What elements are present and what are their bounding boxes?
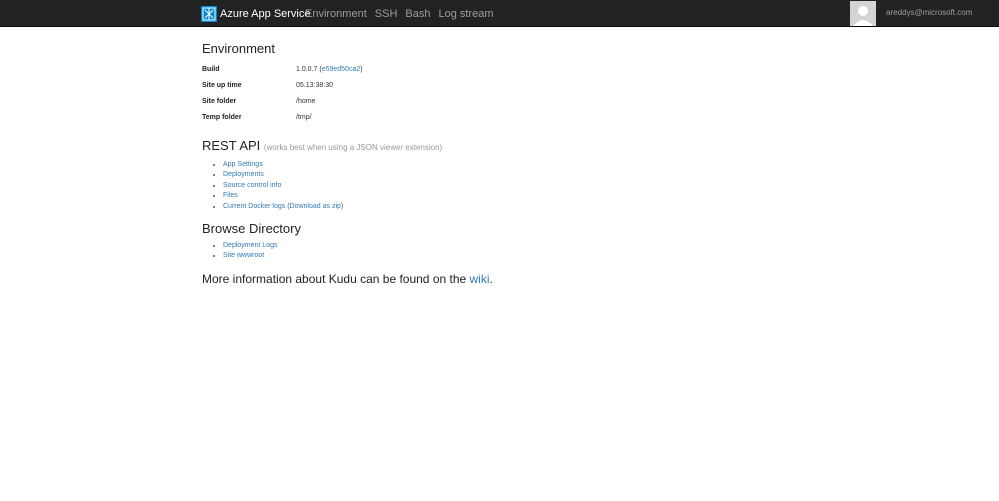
deployment-logs-link[interactable]: Deployment Logs <box>223 242 277 249</box>
list-item: Current Docker logs (Download as zip) <box>223 202 842 212</box>
user-email: areddys@microsoft.com <box>886 8 973 17</box>
azure-app-service-icon <box>201 5 217 22</box>
more-info-suffix: . <box>489 271 493 286</box>
environment-heading: Environment <box>202 40 842 57</box>
wiki-link[interactable]: wiki <box>470 272 490 286</box>
docker-paren-close: ) <box>340 202 344 210</box>
rest-api-note: (works best when using a JSON viewer ext… <box>263 143 443 152</box>
person-icon <box>850 1 876 26</box>
files-link[interactable]: Files <box>223 192 238 199</box>
more-info-text: More information about Kudu can be found… <box>202 272 842 286</box>
rest-api-heading: REST API (works best when using a JSON v… <box>202 137 842 156</box>
env-row-site-folder: Site folder /home <box>202 93 363 109</box>
env-row-uptime: Site up time 05.13:38:30 <box>202 77 363 93</box>
browse-directory-title: Browse Directory <box>202 221 301 237</box>
environment-title: Environment <box>202 41 275 56</box>
temp-folder-label: Temp folder <box>202 113 242 121</box>
environment-table: Build 1.0.0.7 (e59ed50ca2) Site up time … <box>202 61 363 125</box>
list-item: Files <box>223 191 842 201</box>
nav-ssh-link[interactable]: SSH <box>375 8 398 20</box>
list-item: Deployment Logs <box>223 241 842 251</box>
build-label: Build <box>202 65 220 73</box>
rest-api-links: App Settings Deployments Source control … <box>223 160 842 212</box>
build-value-cell: 1.0.0.7 (e59ed50ca2) <box>296 61 363 77</box>
site-folder-value: /home <box>296 97 316 105</box>
main-content: Environment Build 1.0.0.7 (e59ed50ca2) S… <box>202 40 842 286</box>
build-paren-close: ) <box>360 65 363 73</box>
env-row-build: Build 1.0.0.7 (e59ed50ca2) <box>202 61 363 77</box>
deployments-link[interactable]: Deployments <box>223 171 264 178</box>
app-settings-link[interactable]: App Settings <box>223 161 263 168</box>
temp-folder-value: /tmp/ <box>296 113 312 121</box>
uptime-value: 05.13:38:30 <box>296 81 333 89</box>
brand-label: Azure App Service <box>220 7 311 20</box>
download-zip-link[interactable]: Download as zip <box>290 203 341 210</box>
site-folder-label: Site folder <box>202 97 237 105</box>
build-commit-link[interactable]: e59ed50ca2 <box>322 66 361 73</box>
nav-log-stream-link[interactable]: Log stream <box>438 8 493 20</box>
docker-logs-link[interactable]: Current Docker logs <box>223 203 285 210</box>
uptime-label: Site up time <box>202 81 242 89</box>
nav-links: Environment SSH Bash Log stream <box>305 0 502 27</box>
list-item: App Settings <box>223 160 842 170</box>
rest-api-title: REST API <box>202 138 261 153</box>
env-row-temp-folder: Temp folder /tmp/ <box>202 109 363 125</box>
nav-bash-link[interactable]: Bash <box>405 8 430 20</box>
browse-directory-heading: Browse Directory <box>202 220 842 237</box>
list-item: Site wwwroot <box>223 251 842 261</box>
build-version: 1.0.0.7 <box>296 65 318 73</box>
browse-directory-links: Deployment Logs Site wwwroot <box>223 241 842 262</box>
site-wwwroot-link[interactable]: Site wwwroot <box>223 252 264 259</box>
more-info-lead: More information about Kudu can be found… <box>202 271 470 286</box>
user-avatar[interactable] <box>850 1 876 26</box>
source-control-info-link[interactable]: Source control info <box>223 182 281 189</box>
nav-environment-link[interactable]: Environment <box>305 8 367 20</box>
list-item: Deployments <box>223 170 842 180</box>
brand-link[interactable]: Azure App Service <box>201 5 311 22</box>
list-item: Source control info <box>223 181 842 191</box>
navbar: Azure App Service Environment SSH Bash L… <box>0 0 999 27</box>
